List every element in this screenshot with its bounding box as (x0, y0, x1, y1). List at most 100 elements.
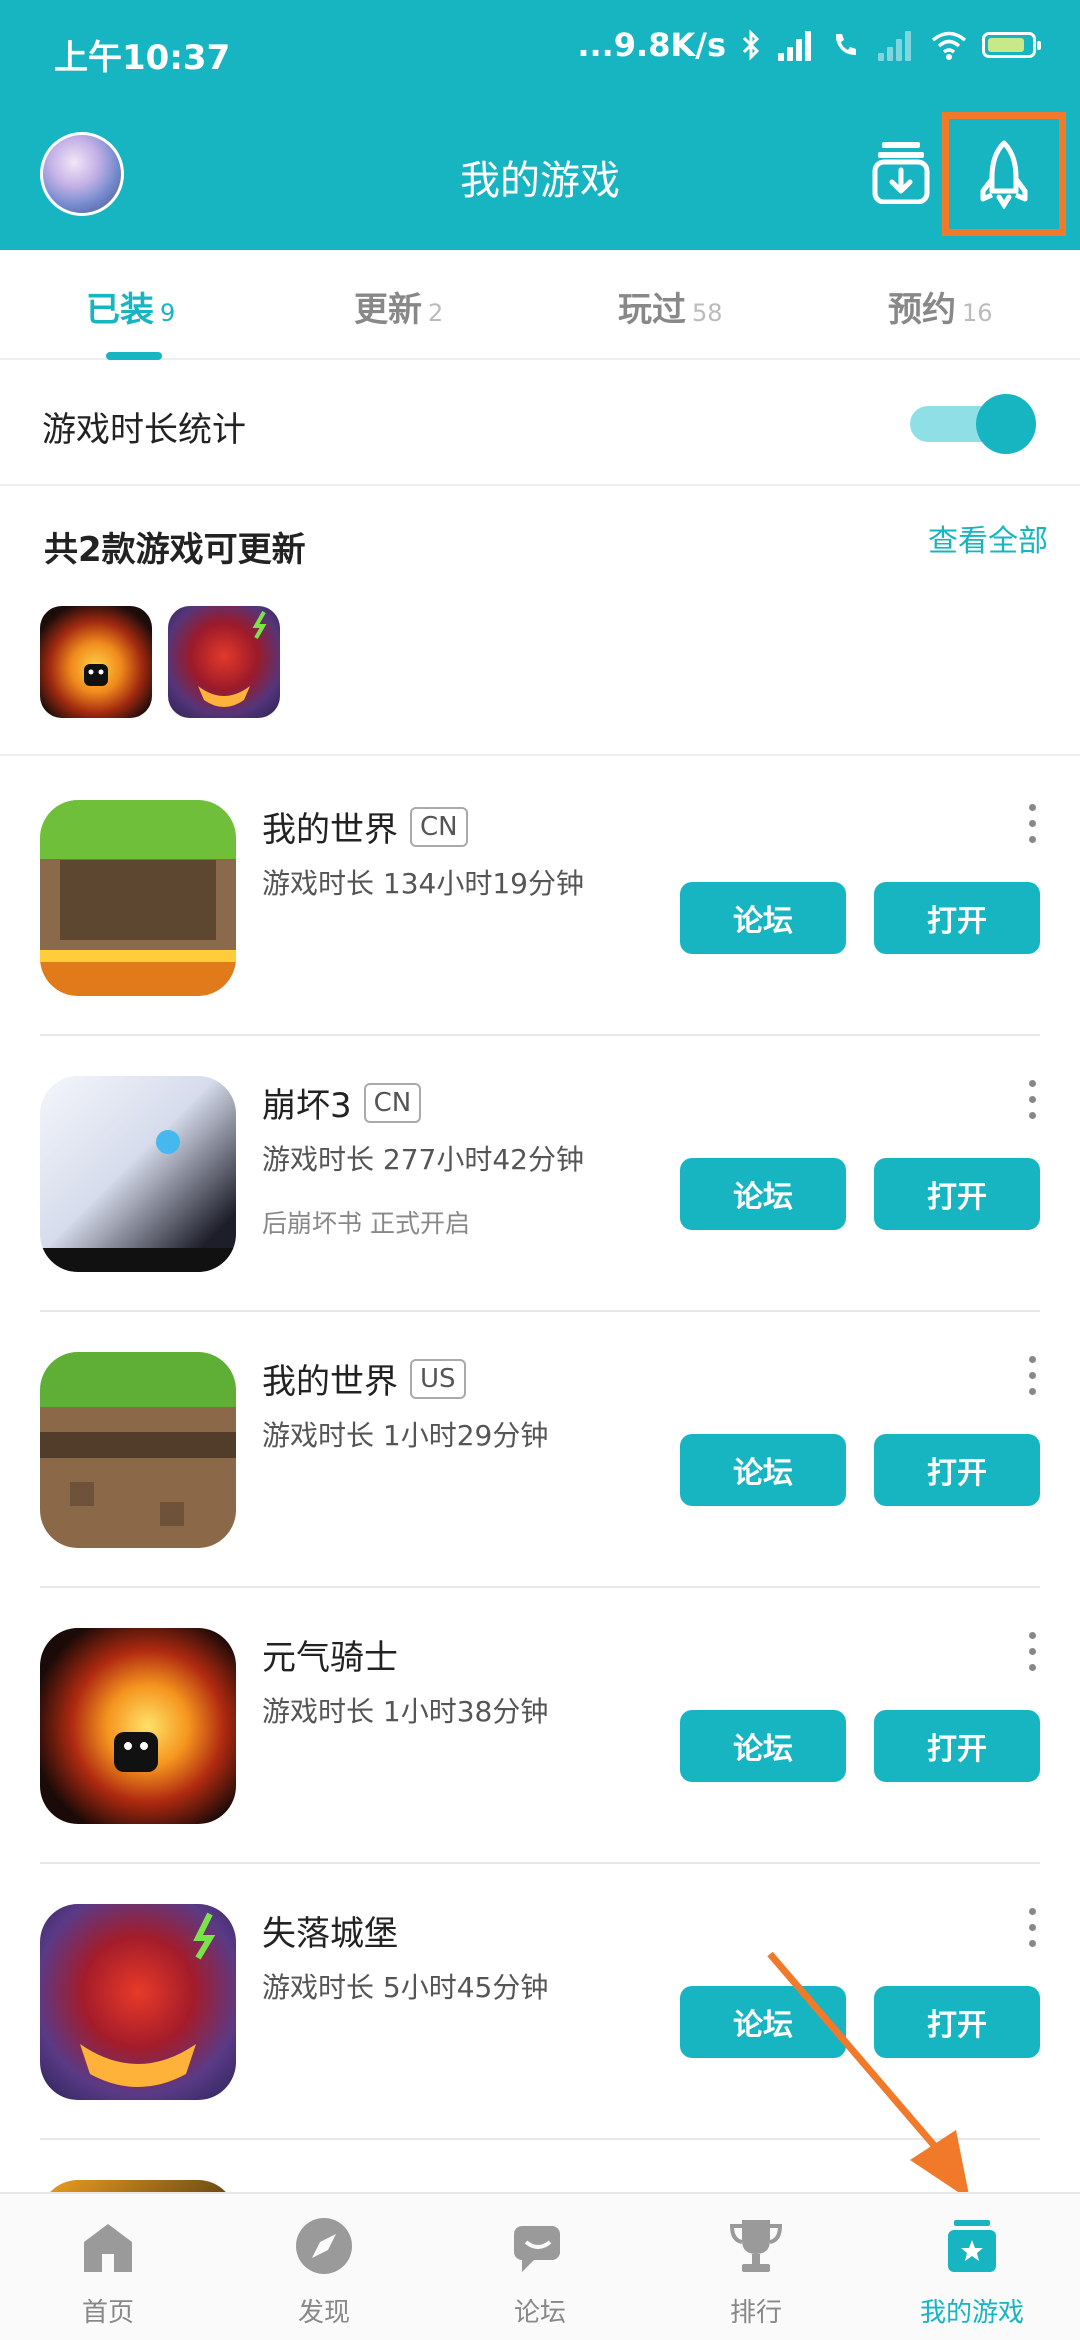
playtime-stats-label: 游戏时长统计 (42, 410, 246, 450)
game-note: 后崩坏书 正式开启 (262, 1209, 470, 1238)
call-icon (836, 34, 856, 55)
lost-castle-icon[interactable] (40, 1904, 236, 2100)
game-icon-partial[interactable] (40, 2180, 236, 2192)
tab-label: 已装 (86, 290, 154, 330)
battery-icon (982, 32, 1041, 58)
nav-home[interactable]: 首页 (0, 2194, 216, 2340)
tab-label: 更新 (354, 290, 422, 330)
tab-reserved[interactable]: 预约 16 (888, 282, 993, 331)
rocket-button[interactable] (942, 112, 1066, 236)
forum-button[interactable]: 论坛 (680, 1986, 846, 2058)
game-name: 元气骑士 (262, 1638, 398, 1678)
updates-title: 共2款游戏可更新 (44, 530, 306, 570)
bluetooth-icon (742, 29, 760, 61)
game-list-item: 我的世界 CN 游戏时长 134小时19分钟 论坛 打开 (0, 760, 1080, 1036)
download-manager-button[interactable] (872, 140, 930, 205)
game-name: 我的世界 (262, 1362, 398, 1402)
more-options-icon[interactable] (1026, 1632, 1038, 1672)
minecraft-us-icon[interactable] (40, 1352, 236, 1548)
forum-button[interactable]: 论坛 (680, 1434, 846, 1506)
open-button[interactable]: 打开 (874, 1434, 1040, 1506)
open-button[interactable]: 打开 (874, 882, 1040, 954)
more-options-icon[interactable] (1026, 804, 1038, 844)
nav-forum[interactable]: 论坛 (432, 2194, 648, 2340)
lost-castle-update-icon[interactable] (168, 606, 280, 718)
game-title: 我的世界 CN (262, 802, 468, 851)
region-badge: CN (410, 806, 468, 847)
nav-label: 发现 (297, 2298, 350, 2328)
playtime-stats-row: 游戏时长统计 (0, 362, 1080, 486)
game-art (40, 860, 236, 962)
soul-knight-icon[interactable] (40, 1628, 236, 1824)
minecraft-cn-icon[interactable] (40, 800, 236, 996)
game-list-item: 元气骑士 游戏时长 1小时38分钟 论坛 打开 (0, 1588, 1080, 1864)
hd-signal-icon (776, 29, 816, 61)
chat-icon (514, 2226, 560, 2272)
game-art (40, 1432, 236, 1526)
more-options-icon[interactable] (1026, 1080, 1038, 1120)
status-bar: 上午10:37 ...9.8K/s (0, 0, 1080, 100)
game-list-item: 失落城堡 游戏时长 5小时45分钟 论坛 打开 (0, 1864, 1080, 2140)
game-list-item: 崩坏3 CN 游戏时长 277小时42分钟 后崩坏书 正式开启 论坛 打开 (0, 1036, 1080, 1312)
region-badge: CN (363, 1082, 422, 1123)
honkai-3-icon[interactable] (40, 1076, 236, 1272)
game-playtime: 游戏时长 1小时29分钟 (262, 1419, 549, 1452)
tab-count: 16 (962, 299, 993, 327)
tab-count: 2 (428, 299, 444, 327)
updates-panel: 共2款游戏可更新 查看全部 (0, 488, 1080, 756)
wifi-icon (931, 31, 967, 60)
tab-bar: 已装 9 更新 2 玩过 58 预约 16 (0, 250, 1080, 360)
game-art (84, 664, 108, 686)
signal-icon (876, 29, 916, 61)
my-games-icon (948, 2220, 996, 2272)
game-name: 我的世界 (262, 810, 398, 850)
game-playtime: 游戏时长 5小时45分钟 (262, 1971, 549, 2004)
nav-label: 论坛 (513, 2298, 566, 2328)
tab-played[interactable]: 玩过 58 (618, 282, 723, 331)
tab-label: 预约 (888, 290, 956, 330)
forum-button[interactable]: 论坛 (680, 1158, 846, 1230)
compass-icon (296, 2218, 352, 2274)
game-list-item-partial (0, 2140, 1080, 2192)
game-name: 失落城堡 (262, 1914, 398, 1954)
tab-count: 9 (160, 299, 176, 327)
status-icons: ...9.8K/s (577, 26, 1041, 64)
open-button[interactable]: 打开 (874, 1986, 1040, 2058)
game-playtime: 游戏时长 1小时38分钟 (262, 1695, 549, 1728)
game-title: 失落城堡 (262, 1906, 398, 1955)
game-playtime: 游戏时长 134小时19分钟 (262, 867, 584, 900)
nav-label: 我的游戏 (919, 2298, 1024, 2328)
nav-label: 首页 (81, 2298, 134, 2328)
game-title: 我的世界 US (262, 1354, 466, 1403)
more-options-icon[interactable] (1026, 1356, 1038, 1396)
forum-button[interactable]: 论坛 (680, 1710, 846, 1782)
soul-knight-update-icon[interactable] (40, 606, 152, 718)
game-list-item: 我的世界 US 游戏时长 1小时29分钟 论坛 打开 (0, 1312, 1080, 1588)
game-name: 崩坏3 (262, 1086, 352, 1126)
open-button[interactable]: 打开 (874, 1710, 1040, 1782)
download-manager-icon (872, 142, 930, 205)
nav-ranking[interactable]: 排行 (648, 2194, 864, 2340)
open-button[interactable]: 打开 (874, 1158, 1040, 1230)
nav-my-games[interactable]: 我的游戏 (864, 2194, 1080, 2340)
tab-installed[interactable]: 已装 9 (86, 282, 175, 331)
game-art (114, 1732, 158, 1772)
forum-button[interactable]: 论坛 (680, 882, 846, 954)
nav-discover[interactable]: 发现 (216, 2194, 432, 2340)
status-time: 上午10:37 (54, 38, 231, 78)
net-speed: ...9.8K/s (577, 26, 726, 64)
game-title: 元气骑士 (262, 1630, 398, 1679)
playtime-stats-toggle[interactable] (910, 394, 1036, 454)
app-header: 上午10:37 ...9.8K/s 我的游戏 (0, 0, 1080, 250)
home-icon (84, 2224, 132, 2272)
tab-count: 58 (692, 299, 723, 327)
battery-level (988, 38, 1024, 52)
more-options-icon[interactable] (1026, 1908, 1038, 1948)
tab-updates[interactable]: 更新 2 (354, 282, 443, 331)
rocket-icon (980, 140, 1028, 209)
game-art (198, 611, 267, 707)
tab-indicator (106, 352, 162, 360)
view-all-link[interactable]: 查看全部 (928, 516, 1048, 560)
bottom-navigation: 首页 发现 论坛 排行 我的游戏 (0, 2192, 1080, 2340)
toggle-knob (976, 394, 1036, 454)
